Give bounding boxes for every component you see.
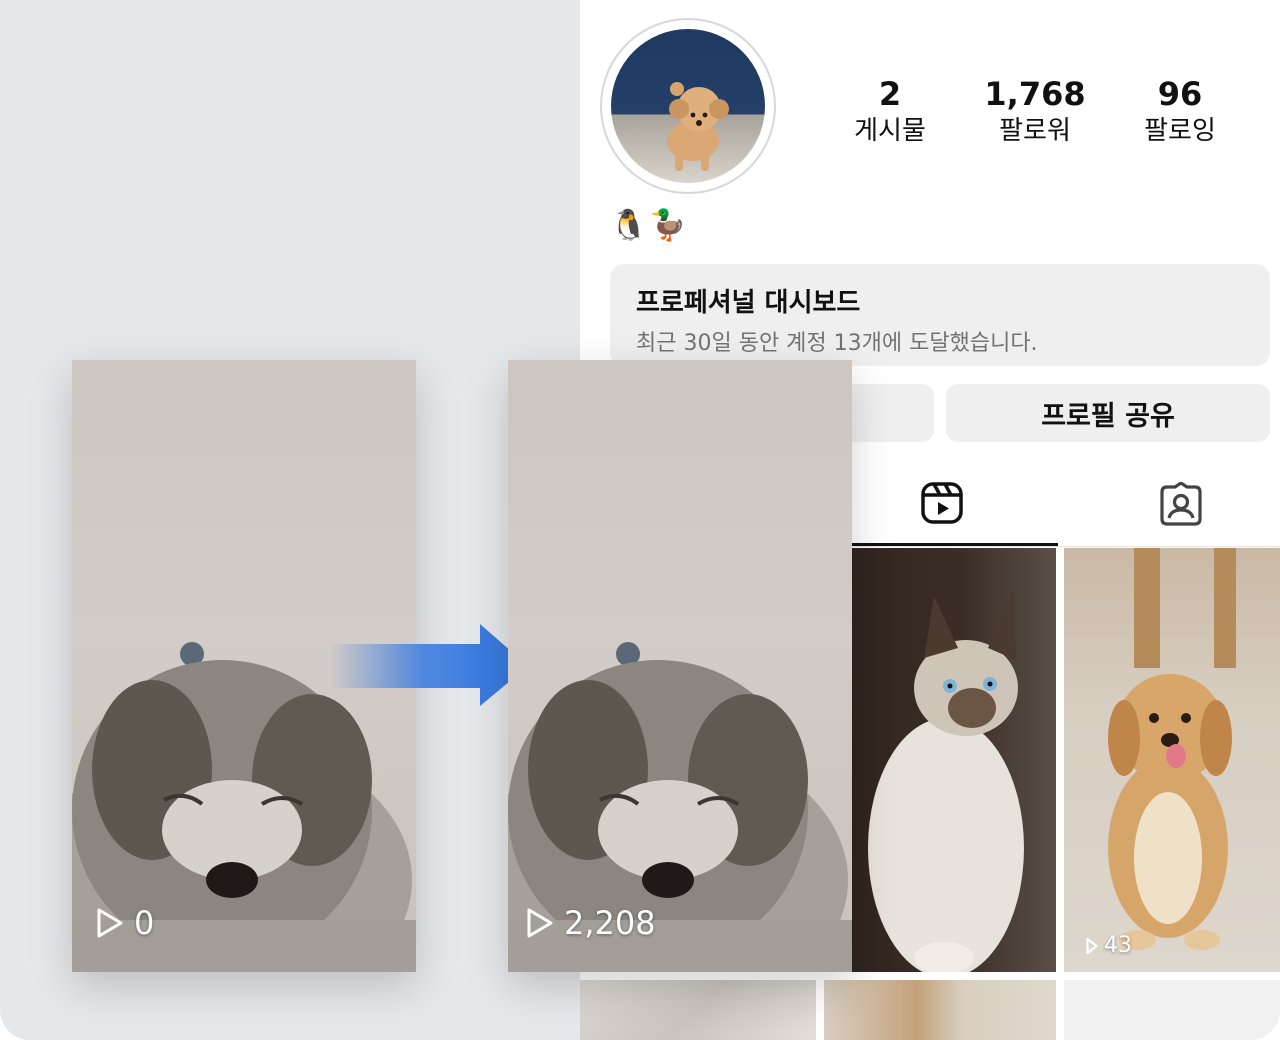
posts-stat[interactable]: 2 게시물 xyxy=(825,74,955,148)
posts-count: 2 xyxy=(878,75,902,113)
puppy-avatar-image xyxy=(667,82,729,171)
view-count: 0 xyxy=(96,904,154,942)
siamese-kitten-image xyxy=(868,588,1024,972)
play-icon xyxy=(527,908,553,938)
following-label: 팔로잉 xyxy=(1144,116,1216,146)
posts-label: 게시물 xyxy=(854,116,926,146)
view-count: 43 xyxy=(1086,933,1132,958)
followers-count: 1,768 xyxy=(984,75,1086,113)
tagged-icon xyxy=(1159,482,1202,526)
play-icon xyxy=(97,908,123,938)
followers-label: 팔로워 xyxy=(999,116,1071,146)
tab-reels[interactable] xyxy=(825,462,1058,546)
reel-thumbnail[interactable] xyxy=(1064,980,1280,1040)
tab-tagged[interactable] xyxy=(1064,462,1280,546)
reel-thumbnail[interactable]: 0 xyxy=(816,548,1056,972)
following-stat[interactable]: 96 팔로잉 xyxy=(1115,74,1245,148)
professional-dashboard-card[interactable]: 프로페셔널 대시보드 최근 30일 동안 계정 13개에 도달했습니다. xyxy=(610,264,1270,366)
view-count-value: 43 xyxy=(1104,933,1132,958)
arrow-right-icon xyxy=(330,624,528,706)
reels-icon xyxy=(920,481,963,524)
sleeping-shih-tzu-image xyxy=(508,642,852,972)
play-icon xyxy=(1086,937,1098,954)
after-reel-card: 2,208 xyxy=(508,360,852,972)
reel-thumbnail[interactable]: 43 xyxy=(1064,548,1280,972)
golden-retriever-puppy-image xyxy=(1108,548,1236,950)
followers-stat[interactable]: 1,768 팔로워 xyxy=(970,74,1100,148)
view-count-value: 0 xyxy=(134,904,155,942)
view-count-value: 2,208 xyxy=(564,904,656,942)
profile-avatar-ring[interactable] xyxy=(600,18,776,194)
reel-thumbnail[interactable] xyxy=(580,980,816,1040)
bio-emoji: 🐧🦆 xyxy=(610,208,689,243)
dashboard-subtitle: 최근 30일 동안 계정 13개에 도달했습니다. xyxy=(636,331,1038,356)
dashboard-title: 프로페셔널 대시보드 xyxy=(636,288,861,318)
view-count: 2,208 xyxy=(526,904,656,942)
following-count: 96 xyxy=(1157,75,1203,113)
reel-thumbnail[interactable] xyxy=(824,980,1056,1040)
share-profile-button[interactable]: 프로필 공유 xyxy=(946,384,1270,442)
profile-stats: 2 게시물 1,768 팔로워 96 팔로잉 xyxy=(825,74,1245,148)
profile-avatar xyxy=(611,29,765,183)
promo-stage: 2 게시물 1,768 팔로워 96 팔로잉 🐧🦆 프로페셔널 대시보드 최근 … xyxy=(0,0,1280,1040)
